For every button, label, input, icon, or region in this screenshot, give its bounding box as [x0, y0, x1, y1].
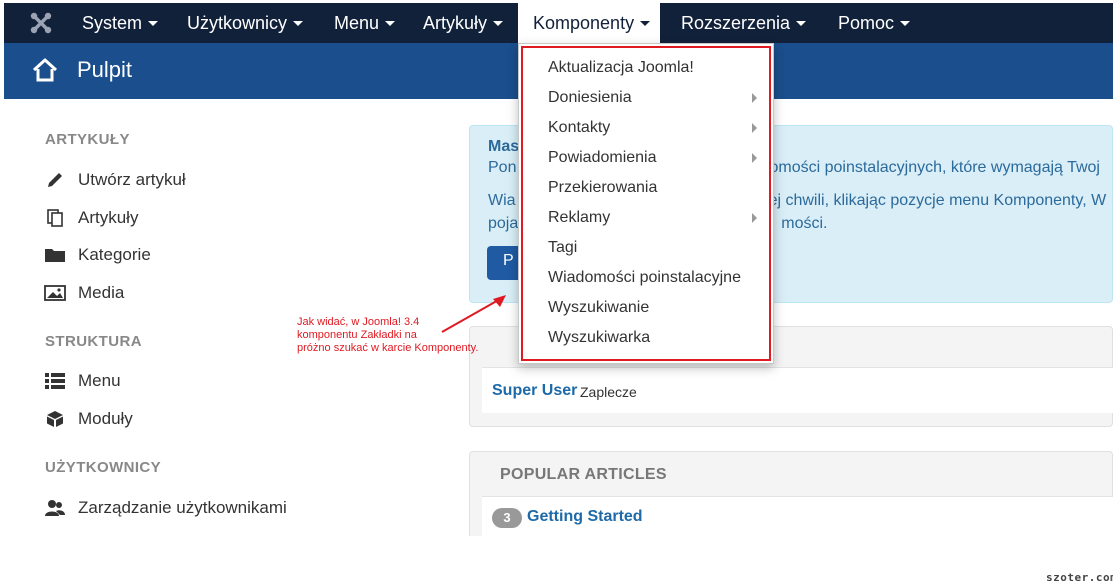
page-title: Pulpit [77, 57, 133, 82]
nav-menu-system[interactable]: System [82, 3, 159, 43]
menu-item-joomla-update[interactable]: Aktualizacja Joomla! [519, 53, 775, 83]
submenu-arrow-icon [752, 213, 757, 223]
nav-menu-extensions[interactable]: Rozszerzenia [681, 3, 807, 43]
sidebar-item-create-article[interactable]: Utwórz artykuł [44, 168, 186, 192]
menu-item-redirects[interactable]: Przekierowania [519, 173, 775, 203]
pencil-icon [44, 170, 66, 190]
menu-item-newsfeeds[interactable]: Doniesienia [519, 83, 775, 113]
panel-title: POPULAR ARTICLES [500, 466, 667, 483]
hits-badge: 3 [492, 508, 522, 528]
annotation-arrow-icon [441, 295, 506, 333]
sidebar-item-modules[interactable]: Moduły [44, 407, 133, 431]
sidebar-heading-articles: ARTYKUŁY [45, 131, 130, 148]
sidebar-item-articles[interactable]: Artykuły [44, 206, 138, 230]
nav-menu-articles[interactable]: Artykuły [423, 3, 504, 43]
menu-item-search[interactable]: Wyszukiwanie [519, 293, 775, 323]
sidebar-item-label: Media [78, 283, 125, 302]
sidebar-item-menu[interactable]: Menu [44, 369, 121, 393]
submenu-arrow-icon [752, 123, 757, 133]
alert-title: Mas [488, 138, 520, 155]
nav-menu-users[interactable]: Użytkownicy [187, 3, 304, 43]
sidebar-item-label: Zarządzanie użytkownikami [78, 498, 287, 517]
user-name-link[interactable]: Super User [492, 382, 577, 400]
image-icon [44, 283, 66, 303]
sidebar-heading-structure: STRUKTURA [45, 333, 142, 350]
cube-icon [44, 409, 66, 429]
sidebar-heading-users: UŻYTKOWNICY [45, 459, 162, 476]
stack-icon [44, 208, 66, 228]
users-icon [44, 498, 66, 518]
submenu-arrow-icon [752, 93, 757, 103]
user-location: Zaplecze [580, 384, 637, 400]
sidebar-item-media[interactable]: Media [44, 281, 124, 305]
sidebar-item-user-manager[interactable]: Zarządzanie użytkownikami [44, 496, 287, 520]
top-navbar: System Użytkownicy Menu Artykuły Kompone… [4, 3, 1113, 43]
sidebar-item-label: Menu [78, 371, 121, 390]
menu-item-messaging[interactable]: Powiadomienia [519, 143, 775, 173]
submenu-arrow-icon [752, 153, 757, 163]
menu-item-postinstall-messages[interactable]: Wiadomości poinstalacyjne [519, 263, 775, 293]
home-icon [31, 57, 59, 83]
nav-menu-menu[interactable]: Menu [334, 3, 396, 43]
sidebar-item-label: Moduły [78, 409, 133, 428]
menu-item-banners[interactable]: Reklamy [519, 203, 775, 233]
sidebar-item-categories[interactable]: Kategorie [44, 243, 151, 267]
page-bottom [0, 536, 1113, 585]
sidebar-item-label: Artykuły [78, 208, 139, 227]
joomla-logo-icon[interactable] [28, 10, 54, 36]
menu-item-tags[interactable]: Tagi [519, 233, 775, 263]
nav-menu-components[interactable]: Komponenty [518, 3, 660, 43]
article-link[interactable]: Getting Started [527, 508, 643, 526]
components-dropdown-menu: Aktualizacja Joomla! Doniesienia Kontakt… [518, 43, 774, 364]
list-icon [44, 371, 66, 391]
menu-item-smart-search[interactable]: Wyszukiwarka [519, 323, 775, 353]
watermark: szoter.com [1046, 571, 1113, 584]
sidebar-item-label: Kategorie [78, 245, 151, 264]
table-row: Super User Zaplecze [482, 367, 1113, 413]
joomla-admin-screen: System Użytkownicy Menu Artykuły Kompone… [0, 0, 1113, 585]
menu-item-contacts[interactable]: Kontakty [519, 113, 775, 143]
nav-menu-help[interactable]: Pomoc [838, 3, 911, 43]
sidebar-item-label: Utwórz artykuł [78, 170, 186, 189]
folder-icon [44, 245, 66, 265]
